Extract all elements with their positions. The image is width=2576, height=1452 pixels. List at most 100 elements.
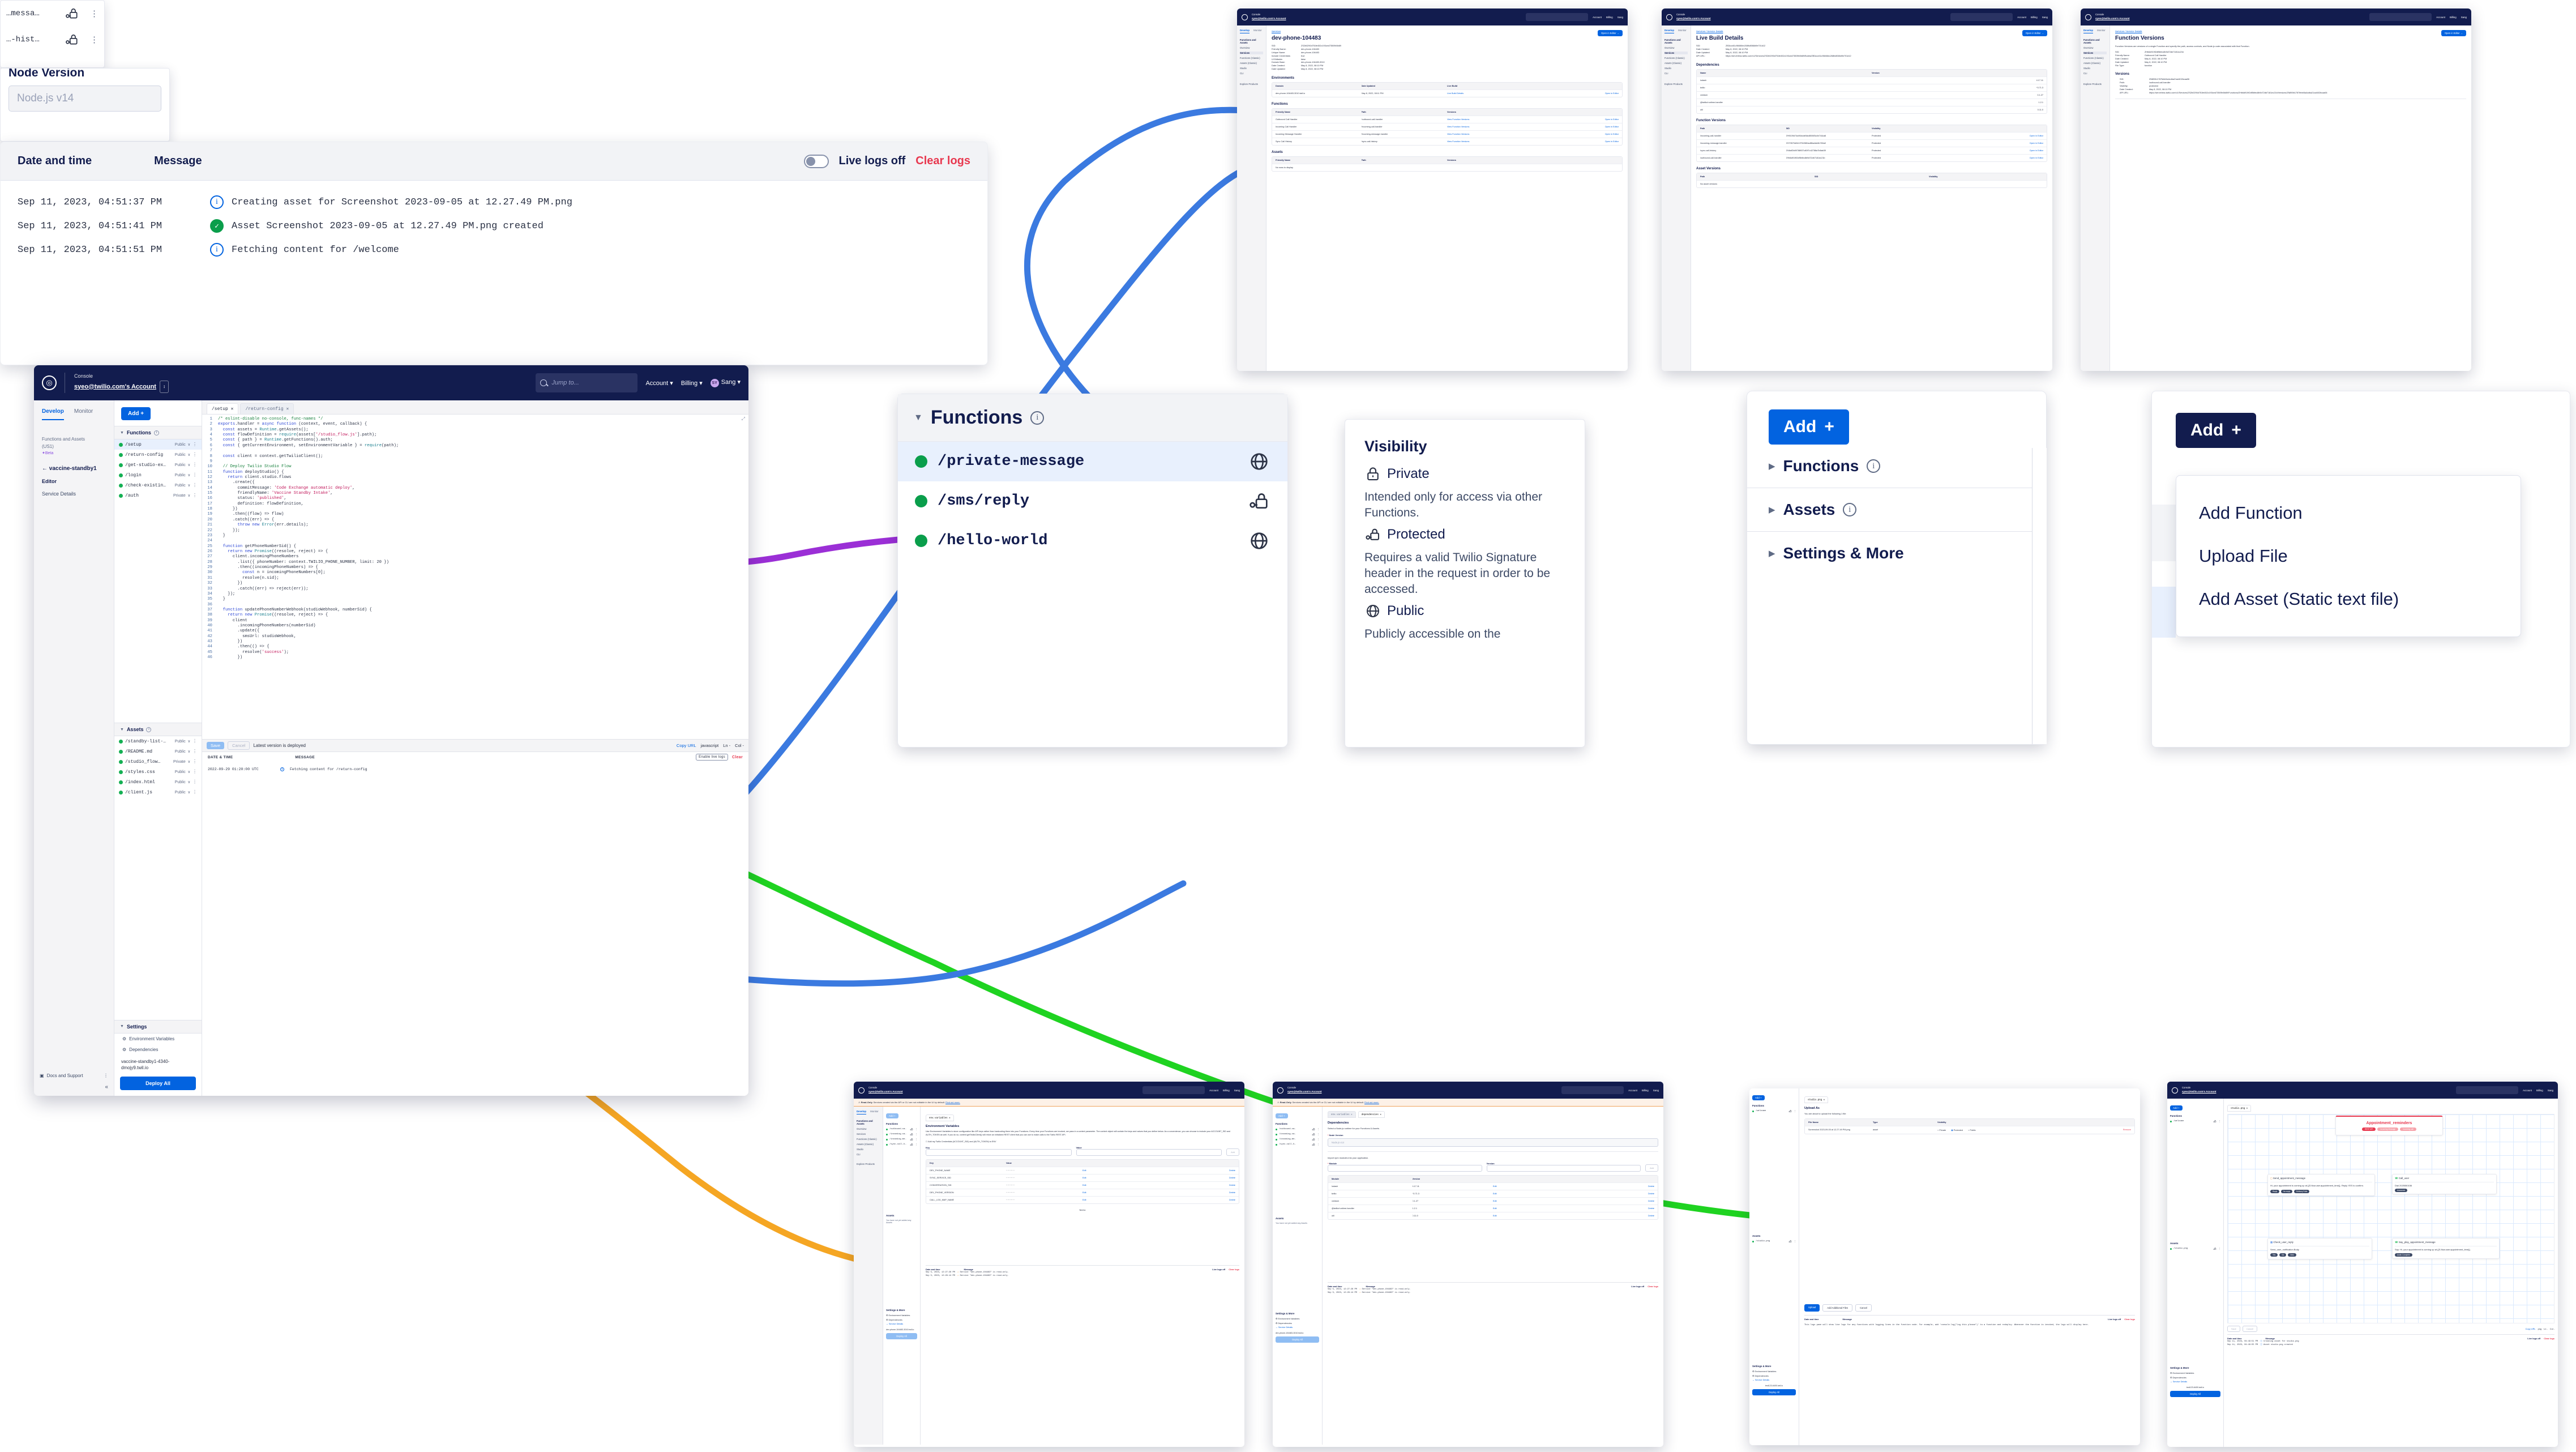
add-button[interactable]: Add + [1276, 1113, 1288, 1118]
breadcrumb[interactable]: Services / Service Details [1696, 30, 2047, 33]
list-item[interactable]: /setup Public ∨ ⋮ [114, 439, 202, 450]
search-input[interactable] [1142, 1086, 1205, 1094]
chevron-down-icon[interactable]: ∨ [188, 483, 190, 488]
account-switch-icon[interactable]: ↕ [159, 380, 169, 393]
tab-monitor[interactable]: Monitor [1678, 29, 1687, 33]
sidebar-item-cli[interactable]: CLI [2083, 72, 2107, 75]
settings-item[interactable]: ⚙ Dependencies [114, 1044, 202, 1055]
editor-tab-dependencies[interactable]: dependencies ✕ [1358, 1111, 1385, 1118]
expand-icon[interactable]: ⤢ [742, 417, 745, 422]
table-link[interactable]: Delete [1159, 1169, 1235, 1172]
sidebar-item-services[interactable]: Services [2083, 52, 2107, 54]
list-item[interactable]: /get-studio-ex… Public ∨ ⋮ [114, 460, 202, 470]
table-link[interactable]: Delete [1159, 1184, 1235, 1186]
sidebar-item-cli[interactable]: CLI [1240, 72, 1263, 75]
visibility-option-private[interactable]: Private Intended only for access via oth… [1345, 461, 1585, 522]
upload-button[interactable]: Upload [1804, 1304, 1820, 1312]
list-item[interactable]: /studio_flow… Private ∨ ⋮ [114, 757, 202, 767]
kebab-icon[interactable]: ⋮ [1317, 1143, 1319, 1146]
kebab-icon[interactable]: ⋮ [90, 8, 99, 19]
sidebar-item-overview[interactable]: Overview [1240, 46, 1263, 49]
sidebar-item-services[interactable]: Services [1664, 52, 1688, 54]
list-item[interactable]: /return-config Public ∨ ⋮ [114, 450, 202, 460]
tab-monitor[interactable]: Monitor [1253, 29, 1262, 33]
open-in-editor-button[interactable]: Open in Editor → [2022, 30, 2047, 36]
thumbnail-studio-flow[interactable]: Console syeo@twilio.com's Account Account… [2167, 1082, 2558, 1447]
copy-url-link[interactable]: Copy URL [677, 743, 696, 748]
table-link[interactable]: Delete [1159, 1199, 1235, 1201]
next-page-button[interactable]: Next ▸ [926, 1208, 1239, 1211]
nav-billing[interactable]: Billing [2031, 16, 2038, 19]
sidebar-item-functions-classic[interactable]: Functions (Classic) [1240, 57, 1263, 59]
sidebar-item-studio[interactable]: Studio [857, 1148, 880, 1151]
kebab-icon[interactable]: ⋮ [915, 1143, 917, 1146]
sidebar-item-explore-products[interactable]: Explore Products [1664, 83, 1688, 86]
enable-live-logs-button[interactable]: Enable live logs [696, 754, 728, 761]
copy-url-link[interactable]: Copy URL [2526, 1327, 2536, 1330]
node-version-select[interactable]: Node.js v14 [8, 86, 161, 112]
nav-billing[interactable]: Billing [1223, 1089, 1230, 1092]
table-link[interactable]: Delete [1574, 1215, 1654, 1217]
clear-logs-button[interactable]: Clear logs [2544, 1337, 2554, 1340]
info-icon[interactable]: i [153, 430, 159, 435]
add-button[interactable]: Add + [1769, 409, 1849, 445]
add-button[interactable]: Add + [1752, 1095, 1765, 1100]
kebab-icon[interactable]: ⋮ [192, 779, 197, 785]
add-button[interactable]: Add + [2170, 1105, 2183, 1111]
editor-tab-setup[interactable]: /setup ✕ [207, 403, 239, 414]
editor-tab-return-config[interactable]: /return-config ✕ [240, 403, 294, 414]
sidebar-item-cli[interactable]: CLI [1664, 72, 1688, 75]
value-input[interactable] [1076, 1148, 1222, 1156]
thumbnail-live-build-details[interactable]: Console syeo@twilio.com's Account Account… [1662, 8, 2052, 371]
sidebar-item-functions-assets[interactable]: Functions and Assets [1664, 39, 1688, 44]
table-link[interactable]: Edit [1082, 1184, 1159, 1186]
sidebar-item-functions-assets[interactable]: Functions and Assets [1240, 39, 1263, 44]
kebab-icon[interactable]: ⋮ [192, 759, 197, 765]
table-link[interactable]: Edit [1493, 1185, 1574, 1188]
functions-card-row[interactable]: /hello-world [898, 521, 1287, 561]
collapse-sidebar-button[interactable]: « [40, 1084, 108, 1090]
kebab-icon[interactable]: ⋮ [192, 769, 197, 775]
nav-billing[interactable]: Billing [1642, 1089, 1649, 1092]
kebab-icon[interactable]: ⋮ [1317, 1133, 1319, 1136]
chevron-down-icon[interactable]: ∨ [188, 463, 190, 468]
kebab-icon[interactable]: ⋮ [192, 749, 197, 754]
menu-item-add-asset[interactable]: Add Asset (Static text file) [2176, 578, 2521, 621]
list-item[interactable]: …messa… ⋮ [1, 1, 104, 27]
table-link[interactable]: Live Build Details [1447, 92, 1533, 95]
search-input[interactable] [1950, 13, 2013, 21]
chevron-down-icon[interactable]: ∨ [188, 473, 190, 478]
remove-button[interactable]: Remove [2066, 1129, 2131, 1131]
table-link[interactable]: Edit [1082, 1192, 1159, 1194]
table-link[interactable]: Delete [1159, 1192, 1235, 1194]
account-switcher[interactable]: Console syeo@twilio.com's Account ↕ [74, 373, 169, 393]
kebab-icon[interactable]: ⋮ [192, 452, 197, 458]
thumbnail-service-detail[interactable]: Console syeo@twilio.com's Account Account… [1237, 8, 1628, 371]
node-version-select[interactable]: Node.js v14 [1328, 1138, 1658, 1147]
clear-logs-button[interactable]: Clear logs [915, 155, 970, 168]
clear-logs-button[interactable]: Clear [732, 755, 743, 759]
table-link[interactable]: Open in Editor [1533, 118, 1619, 121]
settings-item[interactable]: ⚙ Environment Variables [1752, 1370, 1796, 1373]
table-link[interactable]: Delete [1574, 1185, 1654, 1188]
table-link[interactable]: Open in Editor [1958, 150, 2043, 152]
breadcrumb[interactable]: Services / Service Details [2115, 30, 2466, 33]
table-link[interactable]: Delete [1574, 1207, 1654, 1210]
assets-section-header[interactable]: ▼ Assets i [114, 723, 202, 737]
chevron-down-icon[interactable]: ∨ [188, 442, 190, 447]
module-input[interactable] [1328, 1165, 1482, 1172]
list-item[interactable]: /incoming-ca… ⋮ [886, 1133, 917, 1136]
settings-item[interactable]: → Service Details [886, 1323, 917, 1325]
editor-tab-studio-png[interactable]: studio.png ✕ [1804, 1096, 1829, 1103]
sidebar-item-functions-classic[interactable]: Functions (Classic) [857, 1138, 880, 1141]
settings-item[interactable]: ⚙ Environment Variables [886, 1314, 917, 1317]
info-icon[interactable]: i [1867, 459, 1881, 473]
group-assets[interactable]: ▶ Assets i [1747, 488, 2046, 532]
nav-account[interactable]: Account [2017, 16, 2026, 19]
tab-monitor[interactable]: Monitor [2097, 29, 2106, 33]
sidebar-item-studio[interactable]: Studio [1240, 67, 1263, 70]
sidebar-item-cli[interactable]: CLI [857, 1153, 880, 1156]
chevron-down-icon[interactable]: ∨ [188, 493, 190, 498]
thumbnail-upload-as[interactable]: Add + Functions /welcome ⋮ Assets /studio… [1749, 1088, 2140, 1445]
list-item[interactable]: /check-existin… Public ∨ ⋮ [114, 480, 202, 490]
